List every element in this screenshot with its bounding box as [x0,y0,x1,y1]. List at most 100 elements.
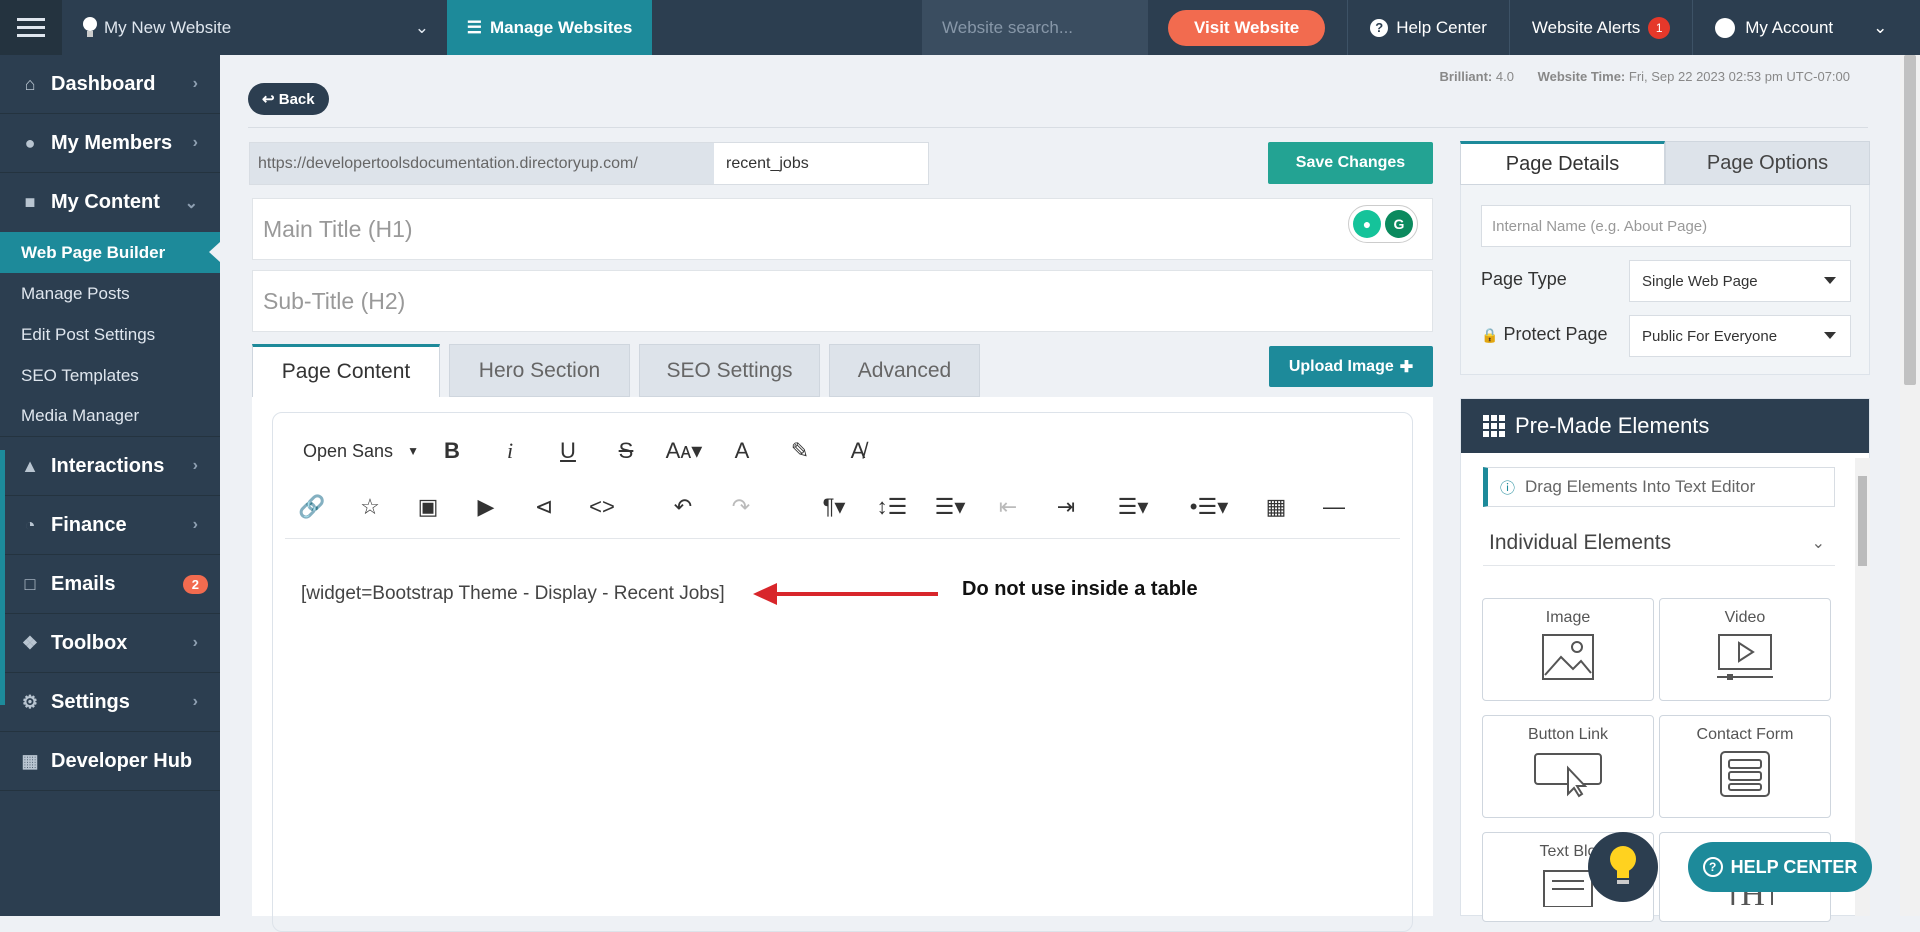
info-icon: ⓘ [1500,479,1516,497]
tab-page-details[interactable]: Page Details [1460,141,1665,185]
sidebar-item-dashboard[interactable]: ⌂ Dashboard › [0,55,220,114]
website-alerts-link[interactable]: Website Alerts 1 [1510,0,1694,55]
toolbar-row-1: Open Sans ▼ B i U S Aᴀ▾ A​ ✎ A̸ [283,431,887,471]
page-type-select[interactable]: Single Web Page [1629,260,1851,302]
page-scrollbar[interactable] [1900,55,1920,916]
code-icon[interactable]: <> [573,487,631,527]
strikethrough-icon[interactable]: S [597,431,655,471]
save-changes-button[interactable]: Save Changes [1268,142,1433,184]
tab-page-content[interactable]: Page Content [252,344,440,397]
wrench-icon: ❖ [21,632,39,653]
manage-websites-button[interactable]: ☰ Manage Websites [447,0,652,55]
video-icon[interactable]: ▶ [457,487,515,527]
redo-icon[interactable]: ↷ [712,487,770,527]
protect-page-select[interactable]: Public For Everyone [1629,315,1851,357]
caret-down-icon [1824,332,1836,339]
sidebar-item-toolbox[interactable]: ❖ Toolbox › [0,614,220,673]
home-icon: ⌂ [24,73,36,94]
tab-advanced[interactable]: Advanced [829,344,980,397]
sidebar-item-developer-hub[interactable]: ▦ Developer Hub [0,732,220,791]
image-icon[interactable]: ▣ [399,487,457,527]
grammarly-widget[interactable]: ● G [1348,205,1418,243]
align-icon[interactable]: ☰▾ [921,487,979,527]
tab-seo-settings[interactable]: SEO Settings [639,344,820,397]
menu-icon[interactable] [0,0,62,55]
reply-arrow-icon: ↩ [262,91,275,108]
website-selector[interactable]: My New Website ⌄ [62,0,447,55]
help-center-button[interactable]: ? HELP CENTER [1688,842,1872,892]
content-tabs: Page Content Hero Section SEO Settings A… [252,344,980,397]
my-account-menu[interactable]: My Account ⌄ [1693,0,1909,55]
horizontal-rule-icon[interactable]: — [1305,487,1363,527]
underline-icon[interactable]: U [539,431,597,471]
editor-content[interactable]: [widget=Bootstrap Theme - Display - Rece… [301,583,725,605]
element-card-video[interactable]: Video [1659,598,1831,701]
line-height-icon[interactable]: ↕☰ [863,487,921,527]
bold-icon[interactable]: B [423,431,481,471]
share-icon[interactable]: ⊲ [515,487,573,527]
site-name: My New Website [104,17,232,37]
sidebar-item-members[interactable]: ● My Members › [0,114,220,173]
outdent-icon[interactable]: ⇤ [979,487,1037,527]
sidebar-item-finance[interactable]: ◔ Finance › [0,496,220,555]
sidebar-item-emails[interactable]: □ Emails 2 [0,555,220,614]
element-card-button-link[interactable]: Button Link [1482,715,1654,818]
chevron-right-icon: › [192,634,198,651]
sidebar-item-interactions[interactable]: ▲ Interactions › [0,437,220,496]
grid-icon [1483,415,1505,437]
emails-badge: 2 [182,574,208,594]
tab-hero-section[interactable]: Hero Section [449,344,630,397]
sidebar-item-settings[interactable]: ⚙ Settings › [0,673,220,732]
element-card-image[interactable]: Image [1482,598,1654,701]
link-icon[interactable]: 🔗 [283,487,341,527]
upload-image-button[interactable]: Upload Image ✚ [1269,346,1433,387]
red-arrow-annotation [753,583,938,605]
paragraph-icon[interactable]: ¶▾ [805,487,863,527]
question-circle-icon: ? [1702,857,1723,877]
sub-title-input[interactable]: Sub-Title (H2) [252,270,1433,332]
text-color-icon[interactable]: A​ [713,431,771,471]
lightbulb-help-icon[interactable] [1588,832,1658,902]
chevron-down-icon: ⌄ [414,17,429,37]
star-icon[interactable]: ☆ [341,487,399,527]
premade-elements-panel: Pre-Made Elements ⓘ Drag Elements Into T… [1460,398,1870,922]
chevron-right-icon: › [192,134,198,151]
help-center-link[interactable]: ? Help Center [1348,0,1510,55]
cursor-click-icon [1534,753,1602,798]
unordered-list-icon[interactable]: •☰▾ [1171,487,1247,527]
bulb-icon: ● [1353,210,1381,238]
chevron-right-icon: › [192,75,198,92]
internal-name-input[interactable]: Internal Name (e.g. About Page) [1481,205,1851,247]
undo-icon[interactable]: ↶ [654,487,712,527]
clear-format-icon[interactable]: A̸ [829,431,887,471]
caret-down-icon: ▼ [407,444,419,458]
back-button[interactable]: ↩ Back [248,83,329,115]
sidebar-item-content[interactable]: ■ My Content ⌄ [0,173,220,232]
table-icon[interactable]: ▦ [1247,487,1305,527]
font-size-icon[interactable]: Aᴀ▾ [655,431,713,471]
page-details-panel: Page Details Page Options Internal Name … [1460,141,1870,375]
url-slug-input[interactable]: recent_jobs [714,143,928,184]
element-card-contact-form[interactable]: Contact Form [1659,715,1831,818]
top-bar: My New Website ⌄ ☰ Manage Websites Websi… [0,0,1920,55]
rich-text-editor: Open Sans ▼ B i U S Aᴀ▾ A​ ✎ A̸ 🔗 ☆ ▣ ▶ ⊲… [272,412,1413,932]
sidebar-item-seo-templates[interactable]: SEO Templates [0,355,220,396]
sidebar-item-edit-post-settings[interactable]: Edit Post Settings [0,314,220,355]
sidebar-item-manage-posts[interactable]: Manage Posts [0,273,220,314]
indent-icon[interactable]: ⇥ [1037,487,1095,527]
main-title-input[interactable]: Main Title (H1) ● G [252,198,1433,260]
sidebar: ⌂ Dashboard › ● My Members › ■ My Content ⌄ We… [0,55,220,916]
visit-website-button[interactable]: Visit Website [1168,9,1326,46]
sidebar-item-media-manager[interactable]: Media Manager [0,396,220,437]
ordered-list-icon[interactable]: ☰▾ [1095,487,1171,527]
website-search-input[interactable]: Website search... [922,0,1148,55]
italic-icon[interactable]: i [481,431,539,471]
chevron-right-icon: › [192,693,198,710]
highlight-icon[interactable]: ✎ [771,431,829,471]
tab-page-options[interactable]: Page Options [1665,141,1870,185]
scroll-thumb[interactable] [1904,55,1916,385]
individual-elements-toggle[interactable]: Individual Elements ⌄ [1483,521,1835,566]
scroll-thumb[interactable] [1858,476,1867,566]
sidebar-item-web-page-builder[interactable]: Web Page Builder [0,232,220,273]
font-family-select[interactable]: Open Sans ▼ [283,431,423,471]
